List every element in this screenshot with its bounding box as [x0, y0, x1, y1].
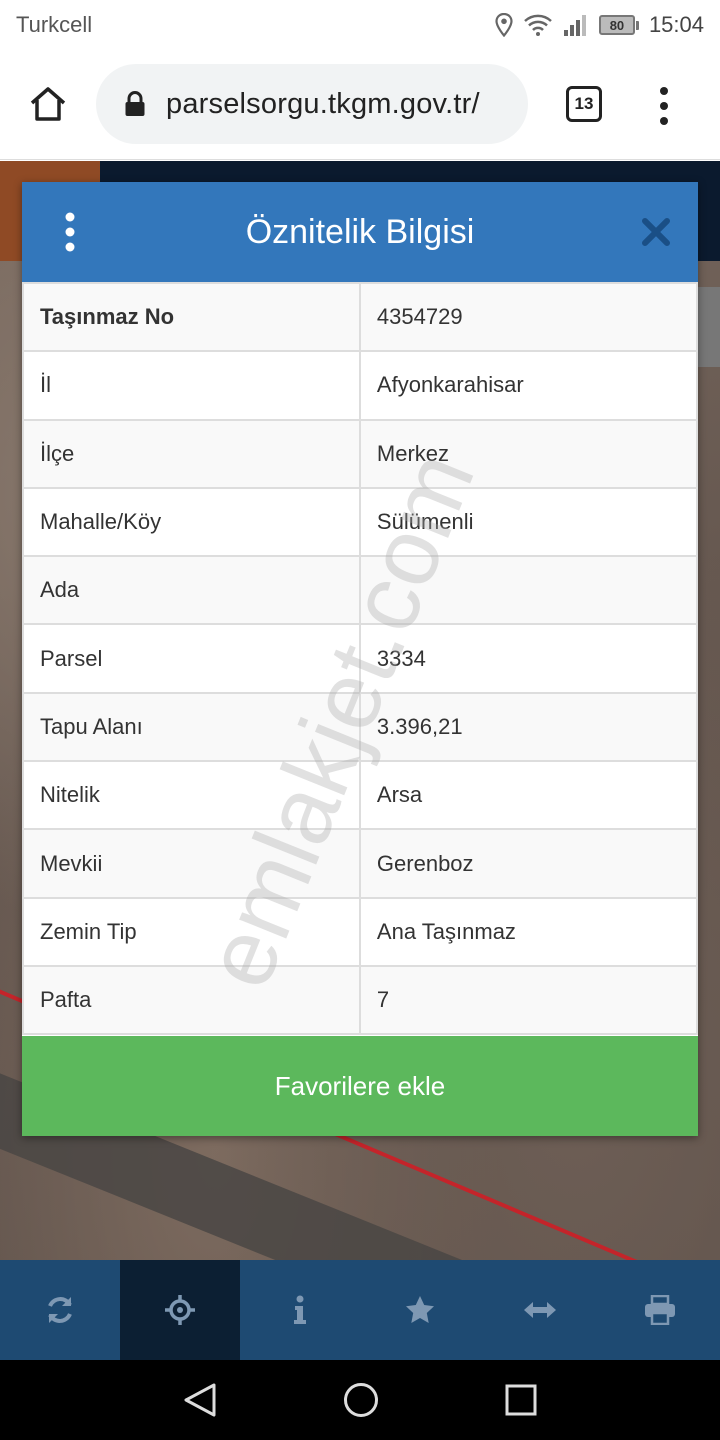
browser-toolbar: parselsorgu.tkgm.gov.tr/ 13	[0, 50, 720, 160]
attribute-key: Pafta	[22, 964, 361, 1036]
attribute-value: 7	[358, 964, 699, 1036]
star-icon	[406, 1296, 434, 1323]
attribute-key: Parsel	[22, 623, 361, 694]
attribute-key: Zemin Tip	[22, 896, 361, 967]
favorites-button[interactable]	[360, 1260, 480, 1360]
attribute-key: Tapu Alanı	[22, 691, 361, 763]
attribute-key: İl	[22, 350, 361, 421]
recent-apps-icon[interactable]	[505, 1384, 537, 1416]
attribute-value: Arsa	[358, 760, 699, 831]
add-to-favorites-button[interactable]: Favorilere ekle	[22, 1036, 698, 1136]
attribute-table: Taşınmaz No 4354729 İl Afyonkarahisar İl…	[22, 281, 699, 1036]
status-icons: 80 15:04	[495, 12, 704, 38]
table-row: Ada	[22, 555, 699, 626]
print-button[interactable]	[600, 1260, 720, 1360]
browser-menu-icon[interactable]	[650, 86, 678, 126]
status-bar: Turkcell 80 15:04	[0, 0, 720, 50]
attribute-value: Ana Taşınmaz	[358, 896, 699, 967]
table-row: Zemin Tip Ana Taşınmaz	[22, 896, 699, 967]
refresh-button[interactable]	[0, 1260, 120, 1360]
battery-icon: 80	[598, 15, 639, 35]
android-nav-bar	[0, 1360, 720, 1440]
table-row: Tapu Alanı 3.396,21	[22, 691, 699, 763]
modal-title: Öznitelik Bilgisi	[245, 212, 475, 251]
attribute-value: 3.396,21	[358, 691, 699, 763]
close-icon[interactable]	[640, 216, 672, 248]
attribute-value: Gerenboz	[358, 828, 699, 899]
address-bar[interactable]: parselsorgu.tkgm.gov.tr/	[96, 64, 528, 144]
attribute-value	[358, 555, 699, 626]
map-toolbar	[0, 1260, 720, 1360]
map-scroll-handle[interactable]	[698, 287, 720, 367]
attribute-key: Taşınmaz No	[22, 281, 361, 353]
table-row: İl Afyonkarahisar	[22, 350, 699, 421]
resize-horizontal-icon	[524, 1302, 556, 1318]
table-row: Pafta 7	[22, 964, 699, 1036]
attribute-value: Afyonkarahisar	[358, 350, 699, 421]
signal-icon	[563, 15, 586, 36]
back-icon[interactable]	[183, 1382, 217, 1418]
table-row: Nitelik Arsa	[22, 760, 699, 831]
table-row: Parsel 3334	[22, 623, 699, 694]
home-icon[interactable]	[28, 84, 68, 124]
modal-menu-icon[interactable]	[60, 212, 80, 252]
modal-header: Öznitelik Bilgisi	[22, 182, 698, 282]
table-row: İlçe Merkez	[22, 418, 699, 489]
location-icon	[495, 13, 513, 37]
measure-button[interactable]	[480, 1260, 600, 1360]
print-icon	[645, 1295, 675, 1325]
table-row: Taşınmaz No 4354729	[22, 281, 699, 353]
tab-count: 13	[574, 94, 594, 113]
clock: 15:04	[648, 12, 704, 37]
table-row: Mevkii Gerenboz	[22, 828, 699, 899]
attribute-key: Mahalle/Köy	[22, 486, 361, 558]
crosshair-icon	[165, 1295, 195, 1325]
attribute-value: Merkez	[358, 418, 699, 489]
battery-level: 80	[609, 17, 625, 33]
url-text: parselsorgu.tkgm.gov.tr/	[166, 87, 480, 120]
carrier-name: Turkcell	[16, 12, 93, 37]
home-circle-icon[interactable]	[343, 1382, 379, 1418]
attribute-info-modal: Öznitelik Bilgisi Taşınmaz No 4354729 İl…	[22, 182, 699, 1136]
attribute-key: Mevkii	[22, 828, 361, 899]
table-row: Mahalle/Köy Sülümenli	[22, 486, 699, 558]
attribute-key: İlçe	[22, 418, 361, 489]
refresh-icon	[48, 1297, 72, 1323]
attribute-value: Sülümenli	[358, 486, 699, 558]
wifi-icon	[524, 14, 552, 36]
info-button[interactable]	[240, 1260, 360, 1360]
attribute-key: Ada	[22, 555, 361, 626]
locate-button[interactable]	[120, 1260, 240, 1360]
info-icon	[294, 1295, 306, 1324]
lock-icon	[125, 91, 145, 116]
attribute-key: Nitelik	[22, 760, 361, 831]
attribute-value: 3334	[358, 623, 699, 694]
attribute-value: 4354729	[358, 281, 699, 353]
tab-switcher-button[interactable]: 13	[566, 86, 602, 122]
